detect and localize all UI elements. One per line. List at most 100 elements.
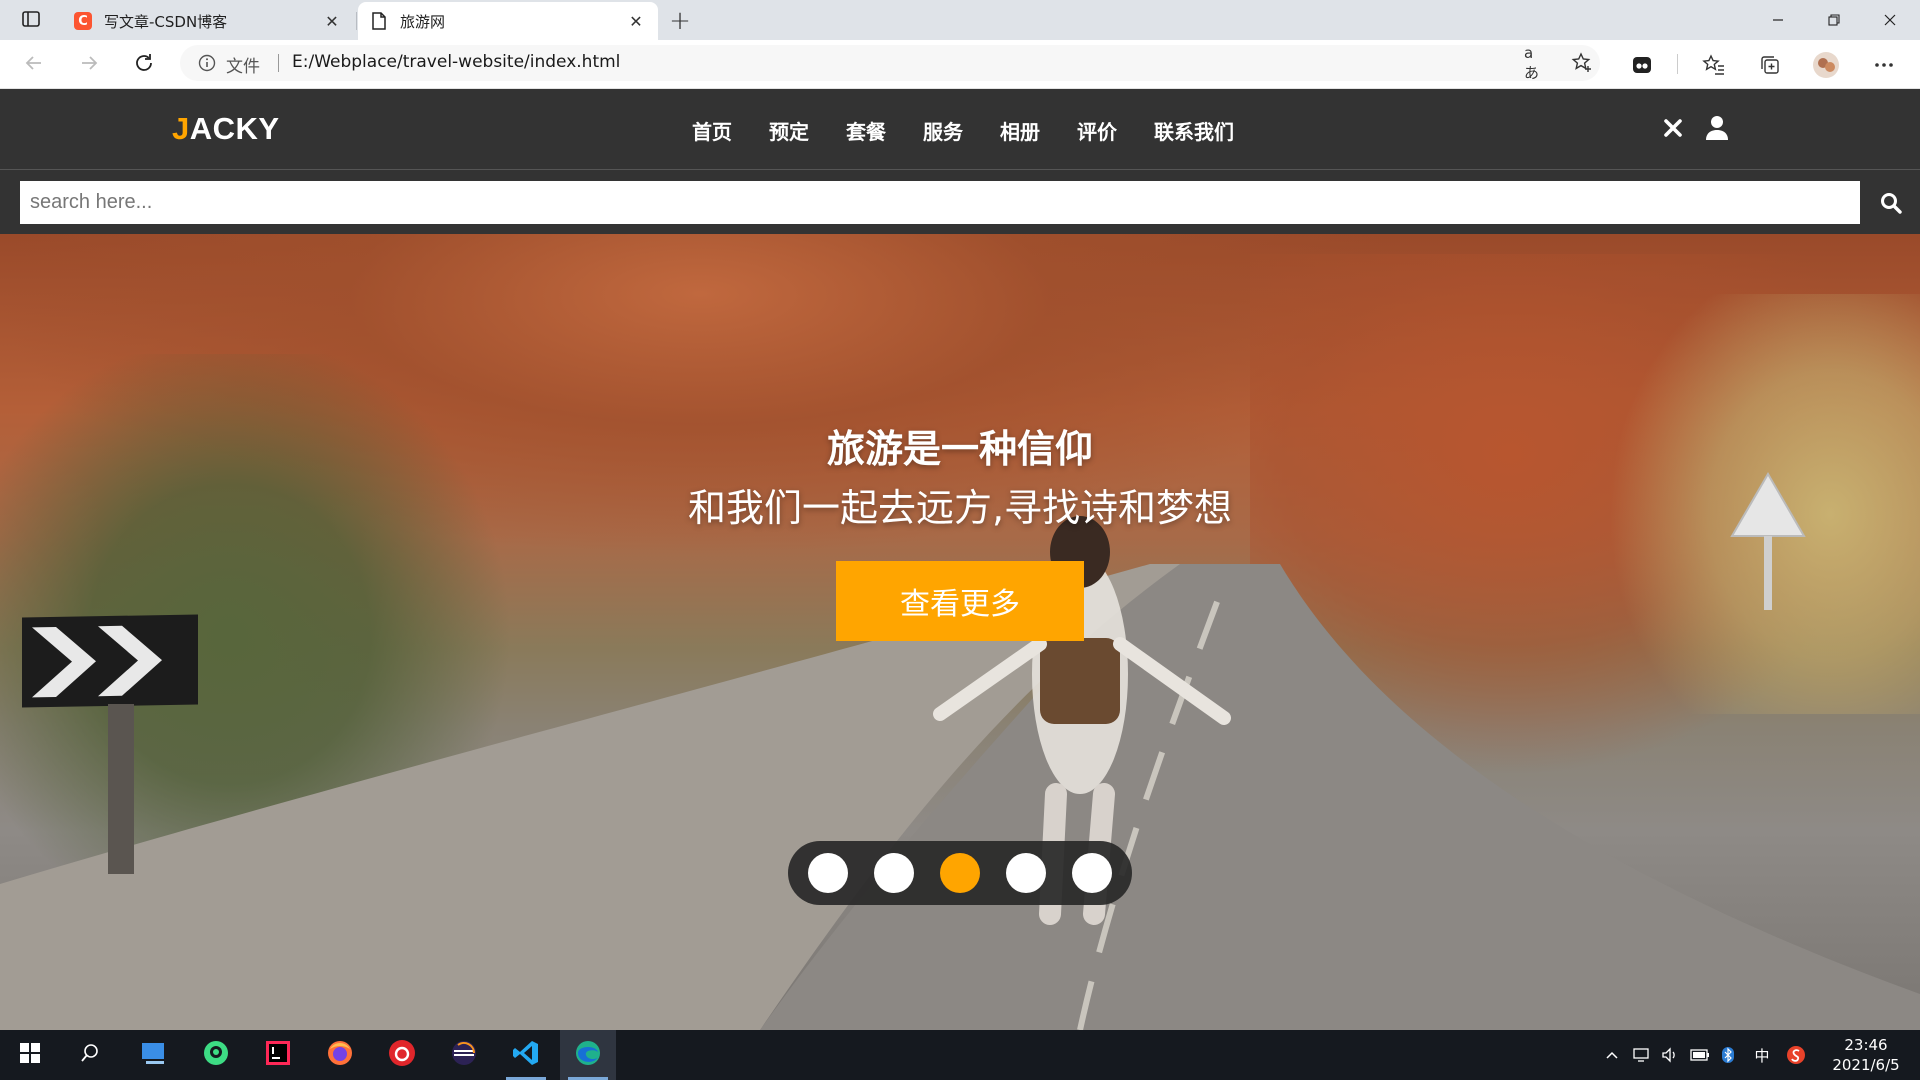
taskbar-edge[interactable] [560, 1030, 616, 1080]
system-clock[interactable]: 23:46 2021/6/5 [1818, 1035, 1914, 1075]
ime-indicator[interactable]: 中 [1752, 1045, 1772, 1065]
start-button[interactable] [2, 1030, 58, 1080]
taskbar-vscode[interactable] [498, 1030, 554, 1080]
read-aloud-icon[interactable]: aあ [1524, 44, 1548, 82]
tab-csdn[interactable]: C 写文章-CSDN博客 ✕ [62, 2, 354, 40]
battery-icon[interactable] [1690, 1045, 1710, 1065]
scheme-label: 文件 [226, 57, 260, 77]
restore-button[interactable] [1806, 0, 1862, 40]
nav-gallery[interactable]: 相册 [1000, 116, 1040, 145]
taskbar-android-studio[interactable] [188, 1030, 244, 1080]
close-icon[interactable]: ✕ [626, 11, 646, 31]
search-icon [80, 1043, 100, 1067]
forward-button[interactable] [73, 49, 105, 81]
browser-tab-strip: C 写文章-CSDN博客 ✕ 旅游网 ✕ + [0, 0, 1920, 40]
clock-time: 23:46 [1844, 1036, 1888, 1054]
minimize-button[interactable] [1750, 0, 1806, 40]
tray-expand-icon[interactable] [1602, 1045, 1622, 1065]
desktop-app-icon [140, 1041, 168, 1069]
forward-icon [79, 53, 99, 77]
new-tab-button[interactable]: + [664, 6, 696, 36]
carousel-indicators [788, 841, 1132, 905]
page-icon [370, 12, 388, 30]
site-header: JACKY 首页 预定 套餐 服务 相册 评价 联系我们 [0, 89, 1920, 170]
minimize-icon [1772, 11, 1784, 30]
logo-initial: J [172, 111, 190, 146]
add-favorite-icon[interactable] [1570, 51, 1594, 75]
tab-actions-button[interactable] [14, 8, 48, 34]
nav-booking[interactable]: 预定 [769, 116, 809, 145]
carousel-dot[interactable] [874, 853, 914, 893]
logo-rest: ACKY [189, 111, 280, 146]
tab-title: 写文章-CSDN博客 [104, 12, 228, 31]
favorites-icon[interactable] [1700, 51, 1728, 79]
tab-separator [356, 12, 357, 30]
collections-icon[interactable] [1756, 51, 1784, 79]
volume-icon[interactable] [1660, 1045, 1680, 1065]
tab-title: 旅游网 [400, 12, 446, 31]
profile-avatar-icon[interactable] [1812, 51, 1840, 79]
hero-banner: 旅游是一种信仰 和我们一起去远方,寻找诗和梦想 查看更多 [0, 234, 1920, 1030]
info-icon[interactable] [198, 54, 216, 72]
refresh-icon [133, 52, 155, 78]
carousel-dot[interactable] [808, 853, 848, 893]
road-sign-chevrons [22, 614, 198, 708]
network-icon[interactable] [1632, 1045, 1652, 1065]
taskbar-eclipse[interactable] [436, 1030, 492, 1080]
intellij-icon [265, 1040, 291, 1070]
site-logo[interactable]: JACKY [172, 111, 280, 147]
hero-title: 旅游是一种信仰 [826, 427, 1093, 471]
firefox-icon [326, 1039, 354, 1071]
taskbar-search-button[interactable] [62, 1030, 118, 1080]
search-icon[interactable] [1876, 188, 1906, 218]
view-more-button[interactable]: 查看更多 [836, 561, 1084, 641]
site-nav: 首页 预定 套餐 服务 相册 评价 联系我们 [692, 116, 1271, 145]
toolbar-divider [1677, 54, 1678, 74]
taskbar-desktop-app[interactable] [126, 1030, 182, 1080]
user-icon[interactable] [1702, 113, 1732, 143]
window-close-button[interactable] [1862, 0, 1918, 40]
taskbar-intellij[interactable] [250, 1030, 306, 1080]
omnibox-separator [278, 54, 279, 72]
eclipse-icon [450, 1039, 478, 1071]
nav-home[interactable]: 首页 [692, 116, 732, 145]
url-text[interactable]: E:/Webplace/travel-website/index.html [292, 52, 620, 72]
more-icon[interactable] [1870, 51, 1898, 79]
bluetooth-icon[interactable] [1718, 1045, 1738, 1065]
back-icon [24, 53, 44, 77]
close-icon[interactable] [1658, 113, 1688, 143]
nav-reviews[interactable]: 评价 [1077, 116, 1117, 145]
new-tab-icon: + [669, 6, 691, 36]
carousel-dot[interactable] [1006, 853, 1046, 893]
tab-actions-icon [22, 11, 40, 31]
sogou-icon[interactable] [1786, 1045, 1806, 1065]
csdn-favicon-icon: C [74, 12, 92, 30]
road-sign-post [108, 704, 134, 874]
taskbar-netease-music[interactable] [374, 1030, 430, 1080]
search-input[interactable] [20, 181, 1860, 224]
window-close-icon [1884, 11, 1896, 30]
clock-date: 2021/6/5 [1832, 1056, 1900, 1074]
refresh-button[interactable] [128, 49, 160, 81]
nav-packages[interactable]: 套餐 [846, 116, 886, 145]
carousel-dot-active[interactable] [940, 853, 980, 893]
tab-travel[interactable]: 旅游网 ✕ [358, 2, 658, 40]
netease-music-icon [388, 1039, 416, 1071]
taskbar-firefox[interactable] [312, 1030, 368, 1080]
nav-contact[interactable]: 联系我们 [1154, 116, 1234, 145]
restore-icon [1828, 11, 1840, 30]
windows-start-icon [20, 1043, 40, 1067]
android-studio-icon [203, 1040, 229, 1070]
hero-subtitle: 和我们一起去远方,寻找诗和梦想 [687, 486, 1233, 530]
nav-services[interactable]: 服务 [923, 116, 963, 145]
address-bar[interactable]: 文件 E:/Webplace/travel-website/index.html… [180, 44, 1600, 82]
search-bar [0, 170, 1920, 234]
extension-icon[interactable] [1628, 51, 1656, 79]
back-button[interactable] [18, 49, 50, 81]
edge-icon [574, 1039, 602, 1071]
close-icon[interactable]: ✕ [322, 11, 342, 31]
browser-toolbar: 文件 E:/Webplace/travel-website/index.html… [0, 40, 1920, 89]
carousel-dot[interactable] [1072, 853, 1112, 893]
windows-taskbar: 中 23:46 2021/6/5 [0, 1030, 1920, 1080]
vscode-icon [512, 1039, 540, 1071]
